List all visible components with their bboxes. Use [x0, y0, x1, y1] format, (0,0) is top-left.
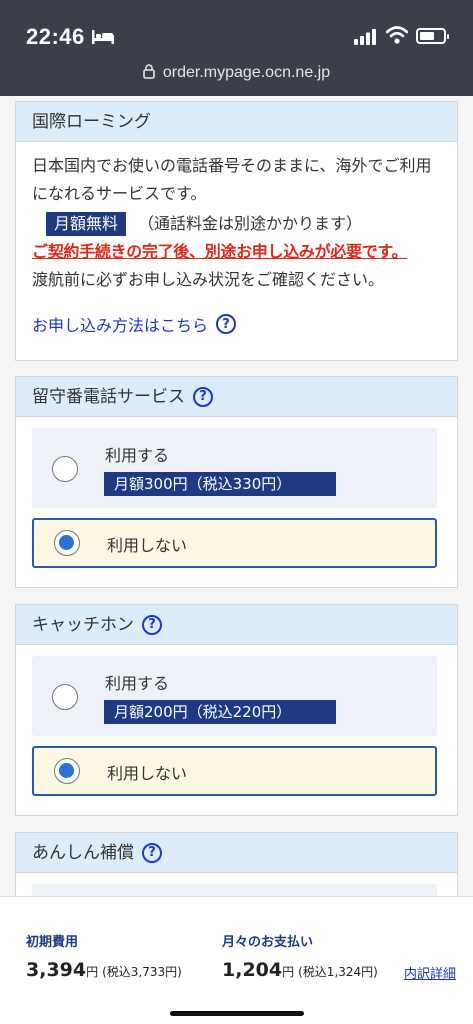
- catchphone-title-text: キャッチホン: [32, 614, 134, 635]
- initial-amount-value: 3,394: [26, 959, 87, 981]
- signal-icon: [354, 29, 376, 45]
- option-label: 利用する: [105, 674, 170, 693]
- page-content: 国際ローミング 日本国内でお使いの電話番号そのままに、海外でご利用になれるサービ…: [0, 96, 473, 896]
- help-icon[interactable]: ?: [142, 614, 162, 635]
- roaming-apply-link[interactable]: お申し込み方法はこちら ?: [16, 294, 457, 336]
- anshin-title-text: あんしん補償: [32, 842, 134, 863]
- catchphone-title: キャッチホン?: [16, 605, 457, 645]
- radio-checked[interactable]: [54, 530, 80, 556]
- bed-icon: [92, 30, 114, 44]
- lock-icon: [143, 64, 155, 79]
- anshin-title: あんしん補償?: [16, 833, 457, 873]
- initial-amount-unit: 円: [86, 965, 99, 979]
- status-time: 22:46: [26, 24, 85, 49]
- help-icon[interactable]: ?: [193, 386, 213, 407]
- voicemail-option-none[interactable]: 利用しない: [32, 518, 437, 568]
- radio-unchecked[interactable]: [52, 456, 78, 482]
- roaming-card: 国際ローミング 日本国内でお使いの電話番号そのままに、海外でご利用になれるサービ…: [15, 101, 458, 361]
- wifi-icon: [386, 26, 408, 44]
- initial-amount-tax: (税込3,733円): [102, 965, 182, 979]
- anshin-option-use[interactable]: [32, 884, 437, 896]
- anshin-card: あんしん補償?: [15, 832, 458, 896]
- roaming-description: 日本国内でお使いの電話番号そのままに、海外でご利用になれるサービスです。 月額無…: [16, 142, 457, 294]
- monthly-cost-label: 月々のお支払い: [222, 935, 314, 950]
- roaming-apply-link-text[interactable]: お申し込み方法はこちら: [32, 312, 208, 336]
- monthly-amount-tax: (税込1,324円): [298, 965, 378, 979]
- monthly-amount-value: 1,204: [222, 959, 283, 981]
- voicemail-title: 留守番電話サービス?: [16, 377, 457, 417]
- voicemail-option-use[interactable]: 利用する 月額300円（税込330円）: [32, 428, 437, 508]
- browser-top-bar: 22:46 order.mypage.ocn.ne.jp: [0, 0, 473, 96]
- voicemail-card: 留守番電話サービス? 利用する 月額300円（税込330円） 利用しない: [15, 376, 458, 588]
- catchphone-card: キャッチホン? 利用する 月額200円（税込220円） 利用しない: [15, 604, 458, 816]
- roaming-title-text: 国際ローミング: [32, 111, 151, 132]
- catchphone-option-none[interactable]: 利用しない: [32, 746, 437, 796]
- roaming-fee-line: 月額無料 （通話料金は別途かかります）: [32, 210, 439, 238]
- free-badge: 月額無料: [46, 212, 127, 236]
- free-note: （通話料金は別途かかります）: [138, 214, 363, 233]
- breakdown-detail-link[interactable]: 内訳詳細: [404, 963, 456, 982]
- option-label: 利用しない: [107, 536, 188, 555]
- roaming-warning: ご契約手続きの完了後、別途お申し込みが必要です。: [32, 242, 408, 261]
- radio-checked[interactable]: [54, 758, 80, 784]
- url-bar[interactable]: order.mypage.ocn.ne.jp: [0, 64, 473, 82]
- home-indicator: [170, 1011, 304, 1016]
- monthly-amount-unit: 円: [282, 965, 295, 979]
- battery-icon: [416, 28, 449, 44]
- initial-cost-amount: 3,394円 (税込3,733円): [26, 959, 182, 981]
- option-label: 利用する: [105, 446, 170, 465]
- url-text: order.mypage.ocn.ne.jp: [162, 64, 331, 81]
- roaming-desc-2: 渡航前に必ずお申し込み状況をご確認ください。: [32, 270, 385, 289]
- help-icon[interactable]: ?: [142, 842, 162, 863]
- price-badge: 月額200円（税込220円）: [104, 700, 336, 724]
- option-label: 利用しない: [107, 764, 188, 783]
- monthly-cost-amount: 1,204円 (税込1,324円): [222, 959, 378, 981]
- roaming-desc-1: 日本国内でお使いの電話番号そのままに、海外でご利用になれるサービスです。: [32, 156, 432, 203]
- roaming-title: 国際ローミング: [16, 102, 457, 142]
- initial-cost-label: 初期費用: [26, 935, 79, 950]
- help-icon[interactable]: ?: [216, 314, 237, 334]
- price-badge: 月額300円（税込330円）: [104, 472, 336, 496]
- catchphone-option-use[interactable]: 利用する 月額200円（税込220円）: [32, 656, 437, 736]
- voicemail-title-text: 留守番電話サービス: [32, 386, 185, 407]
- price-summary-footer: 初期費用 3,394円 (税込3,733円) 月々のお支払い 1,204円 (税込1…: [0, 896, 473, 1024]
- radio-unchecked[interactable]: [52, 684, 78, 710]
